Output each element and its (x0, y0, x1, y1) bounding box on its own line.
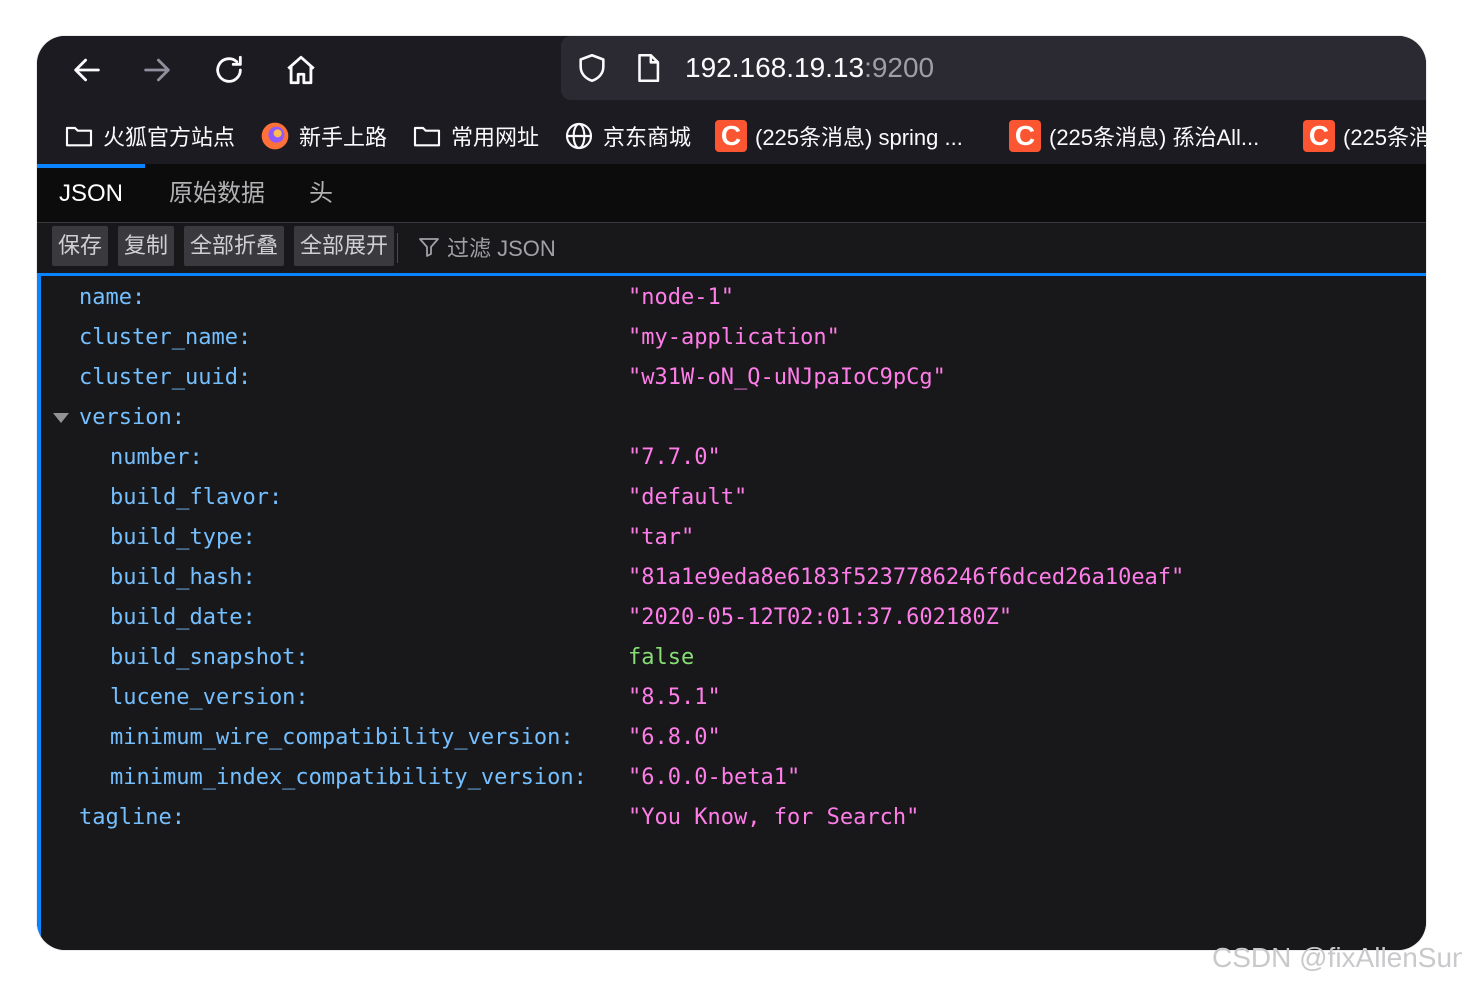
filter-placeholder: 过滤 JSON (447, 236, 556, 261)
firefox-icon (261, 122, 289, 150)
bookmark-csdn-3[interactable]: C (225条消 (1303, 118, 1426, 154)
json-key: minimum_wire_compatibility_version: (110, 725, 574, 750)
json-row[interactable]: minimum_wire_compatibility_version: "6.8.… (41, 718, 1426, 758)
filter-json-input[interactable]: 过滤 JSON (417, 228, 556, 266)
json-row[interactable]: build_snapshot: false (41, 638, 1426, 678)
bookmark-label: (225条消 (1343, 125, 1426, 150)
bookmarks-toolbar: 火狐官方站点 新手上路 常用网址 京东商城 C (225条消息) spring … (37, 108, 1426, 164)
json-key: build_date: (110, 605, 256, 630)
folder-icon (65, 126, 93, 147)
json-value: "6.0.0-beta1" (628, 765, 801, 790)
url-text[interactable]: 192.168.19.13:9200 (685, 50, 934, 86)
collapse-all-button[interactable]: 全部折叠 (184, 226, 285, 266)
url-port: :9200 (864, 52, 935, 83)
json-viewer-tabs: JSON 原始数据 头 (37, 164, 1426, 223)
csdn-icon: C (715, 120, 747, 152)
json-value: "7.7.0" (628, 445, 721, 470)
json-tree: name: "node-1" cluster_name: "my-applicatio… (37, 276, 1426, 950)
copy-button[interactable]: 复制 (118, 226, 175, 266)
home-button[interactable] (279, 50, 323, 90)
bookmark-common-sites[interactable]: 常用网址 (411, 118, 539, 154)
forward-arrow-icon (144, 58, 170, 82)
page-icon[interactable] (631, 51, 665, 85)
json-value: "You Know, for Search" (628, 805, 920, 830)
bookmark-getting-started[interactable]: 新手上路 (259, 118, 387, 154)
json-row[interactable]: lucene_version: "8.5.1" (41, 678, 1426, 718)
json-row[interactable]: build_flavor: "default" (41, 478, 1426, 518)
json-row[interactable]: build_type: "tar" (41, 518, 1426, 558)
json-row[interactable]: name: "node-1" (41, 278, 1426, 318)
bookmark-label: 新手上路 (299, 125, 388, 150)
json-value: "my-application" (628, 325, 840, 350)
json-key: cluster_uuid: (79, 365, 252, 390)
filter-icon (419, 238, 439, 257)
save-button[interactable]: 保存 (52, 226, 109, 266)
json-key: cluster_name: (79, 325, 252, 350)
json-key: minimum_index_compatibility_version: (110, 765, 587, 790)
json-value: "w31W-oN_Q-uNJpaIoC9pCg" (628, 365, 946, 390)
json-actions-bar: 保存 复制 全部折叠 全部展开 过滤 JSON (37, 223, 1426, 276)
url-host: 192.168.19.13 (685, 52, 865, 83)
json-value: "tar" (628, 525, 695, 550)
folder-icon (413, 126, 441, 147)
bookmark-firefox-official[interactable]: 火狐官方站点 (63, 118, 235, 154)
json-key: build_hash: (110, 565, 256, 590)
json-value: "node-1" (628, 285, 734, 310)
json-row[interactable]: cluster_name: "my-application" (41, 318, 1426, 358)
bookmark-label: (225条消息) spring ... (755, 125, 963, 150)
json-row[interactable]: minimum_index_compatibility_version: "6.0… (41, 758, 1426, 798)
bookmark-jd[interactable]: 京东商城 (563, 118, 691, 154)
bookmark-label: 火狐官方站点 (103, 125, 236, 150)
json-value: "81a1e9eda8e6183f5237786246f6dced26a10ea… (628, 565, 1185, 590)
bookmark-label: 京东商城 (603, 125, 692, 150)
json-value: "default" (628, 485, 748, 510)
json-key: version: (79, 405, 185, 430)
json-key: build_flavor: (110, 485, 283, 510)
url-bar[interactable]: 192.168.19.13:9200 (561, 36, 1426, 100)
json-key: name: (79, 285, 146, 310)
bookmark-label: 常用网址 (451, 125, 540, 150)
json-key: number: (110, 445, 203, 470)
json-key: build_type: (110, 525, 256, 550)
json-row[interactable]: build_date: "2020-05-12T02:01:37.602180Z" (41, 598, 1426, 638)
bookmark-csdn-2[interactable]: C (225条消息) 孫治All... (1009, 118, 1259, 154)
csdn-icon: C (1303, 120, 1335, 152)
tab-raw-data[interactable]: 原始数据 (147, 164, 287, 222)
reload-icon (216, 55, 242, 83)
json-key: lucene_version: (110, 685, 309, 710)
json-row[interactable]: version: (41, 398, 1426, 438)
watermark: CSDN @fixAllenSun (1212, 942, 1462, 973)
expand-toggle-icon[interactable] (53, 413, 69, 423)
json-value: "6.8.0" (628, 725, 721, 750)
home-icon (287, 55, 315, 85)
json-key: tagline: (79, 805, 185, 830)
csdn-icon: C (1009, 120, 1041, 152)
expand-all-button[interactable]: 全部展开 (294, 226, 395, 266)
tab-json[interactable]: JSON (37, 164, 146, 222)
json-row[interactable]: tagline: "You Know, for Search" (41, 798, 1426, 838)
json-row[interactable]: build_hash: "81a1e9eda8e6183f5237786246f6… (41, 558, 1426, 598)
shield-icon[interactable] (575, 51, 609, 85)
json-key: build_snapshot: (110, 645, 309, 670)
bookmark-csdn-1[interactable]: C (225条消息) spring ... (715, 118, 963, 154)
json-value: "8.5.1" (628, 685, 721, 710)
forward-button[interactable] (135, 50, 179, 90)
navigation-toolbar: 192.168.19.13:9200 (37, 36, 1426, 100)
json-value: "2020-05-12T02:01:37.602180Z" (628, 605, 1013, 630)
bookmark-label: (225条消息) 孫治All... (1049, 125, 1260, 150)
browser-window: 192.168.19.13:9200 火狐官方站点 新手上路 常用网址 京东商城… (37, 36, 1426, 950)
json-value: false (628, 645, 695, 670)
tab-headers[interactable]: 头 (287, 164, 355, 222)
back-button[interactable] (65, 50, 109, 90)
back-arrow-icon (74, 58, 100, 82)
json-row[interactable]: cluster_uuid: "w31W-oN_Q-uNJpaIoC9pCg" (41, 358, 1426, 398)
reload-button[interactable] (207, 50, 251, 90)
globe-icon (565, 122, 593, 150)
json-row[interactable]: number: "7.7.0" (41, 438, 1426, 478)
toolbar-divider (397, 233, 398, 263)
